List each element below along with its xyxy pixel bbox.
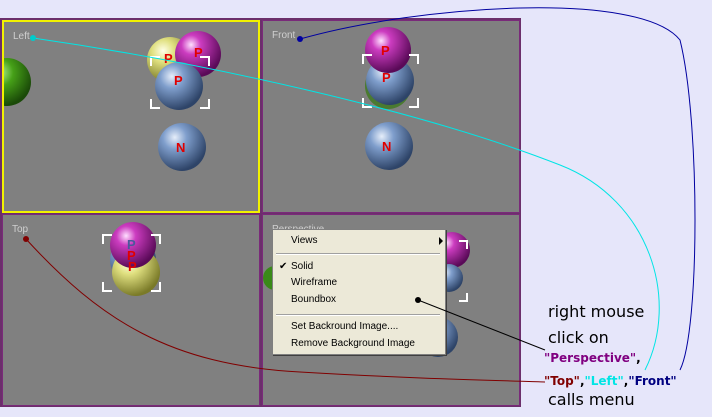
- checkmark-icon: ✔: [279, 261, 288, 272]
- viewport-label-left: Left: [13, 31, 30, 42]
- submenu-arrow-icon: [439, 237, 443, 245]
- annotation-perspective: "Perspective": [544, 351, 637, 365]
- menu-item-set-background[interactable]: Set Backround Image....: [291, 321, 398, 332]
- scene-front: P P N: [362, 27, 419, 170]
- menu-item-boundbox-label: Boundbox: [291, 294, 337, 305]
- menu-item-wireframe-label: Wireframe: [291, 277, 338, 288]
- annotation-line-4: "Top","Left","Front": [544, 374, 677, 388]
- viewport-front[interactable]: P P N Front: [262, 20, 520, 213]
- annotation-top: "Top": [544, 374, 580, 388]
- annotation-comma: ,: [636, 351, 641, 365]
- menu-item-solid-label: Solid: [291, 261, 314, 272]
- annotation-line-3: "Perspective",: [544, 351, 641, 365]
- viewport-label-front: Front: [272, 30, 296, 41]
- menu-item-views[interactable]: Views: [291, 235, 443, 249]
- proton-label: P: [382, 70, 391, 85]
- annotation-left: "Left": [584, 374, 624, 388]
- atom-sphere: [4, 58, 31, 106]
- scene-top: P P P: [102, 222, 161, 296]
- proton-label: P: [128, 259, 137, 274]
- viewport-context-menu: Views ✔ Solid Wireframe Boundbox Set Bac…: [272, 229, 446, 355]
- proton-label: P: [381, 43, 390, 58]
- annotation-line-1: right mouse: [548, 302, 645, 321]
- menu-separator: [276, 314, 440, 316]
- menu-item-boundbox[interactable]: Boundbox: [291, 294, 336, 305]
- viewport-left[interactable]: P P P N Left: [2, 20, 260, 213]
- menu-separator: [276, 253, 440, 255]
- viewport-label-top: Top: [12, 224, 29, 235]
- menu-item-remove-background[interactable]: Remove Background Image: [291, 338, 415, 349]
- neutron-label: N: [382, 139, 391, 154]
- annotation-line-5: calls menu: [548, 390, 635, 409]
- neutron-label: N: [176, 140, 185, 155]
- annotation-line-2: click on: [548, 328, 609, 347]
- annotation-front: "Front": [628, 374, 677, 388]
- menu-item-remove-background-label: Remove Background Image: [291, 338, 415, 349]
- proton-label: P: [164, 51, 173, 66]
- proton-label: P: [174, 73, 183, 88]
- scene-left: P P P N: [4, 31, 221, 171]
- menu-item-views-label: Views: [291, 235, 318, 246]
- menu-item-wireframe[interactable]: Wireframe: [291, 277, 337, 288]
- viewport-top[interactable]: P P P Top: [2, 214, 260, 406]
- menu-item-solid[interactable]: Solid: [291, 261, 313, 272]
- menu-item-set-background-label: Set Backround Image....: [291, 321, 399, 332]
